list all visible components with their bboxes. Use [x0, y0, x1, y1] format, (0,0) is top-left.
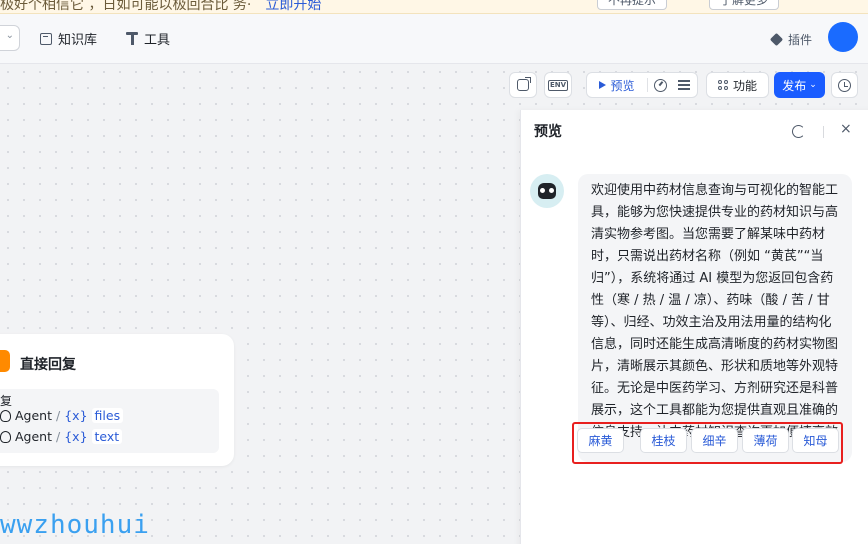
node-variable-row: Agent / {x} text: [0, 429, 123, 444]
variable-name: files: [91, 408, 124, 423]
agent-icon: [0, 409, 11, 422]
suggestion-chip[interactable]: 薄荷: [742, 428, 789, 453]
chevron-down-icon: ⌄: [809, 80, 817, 90]
suggestion-chip[interactable]: 桂枝: [640, 428, 687, 453]
banner-link[interactable]: 立即开始: [265, 0, 321, 13]
banner-text: 极好个相信它 ，日如可能以极回合比 务· 立即开始: [0, 0, 321, 13]
history-button[interactable]: [831, 72, 858, 98]
bot-message-bubble: 欢迎使用中药材信息查询与可视化的智能工具，能够为您快速提供专业的药材知识与高清实…: [578, 174, 852, 462]
nav-plugin-label: 插件: [787, 33, 812, 47]
suggestion-chip[interactable]: 知母: [792, 428, 839, 453]
answer-node-card[interactable]: 直接回复 复 Agent / {x} files Agent / {x} tex…: [0, 334, 234, 466]
variable-separator: /: [56, 408, 61, 423]
variable-name: text: [91, 429, 123, 444]
share-icon: [517, 77, 531, 91]
features-button-inner: 功能: [707, 73, 768, 97]
checklist-icon: [678, 79, 690, 91]
node-variable-row: Agent / {x} files: [0, 408, 124, 423]
features-icon: [717, 79, 729, 91]
banner-more-button[interactable]: 了解更多: [709, 0, 780, 10]
notice-banner: 极好个相信它 ，日如可能以极回合比 务· 立即开始 不再提示 了解更多: [0, 0, 868, 14]
suggestion-chip[interactable]: 细辛: [691, 428, 738, 453]
preview-toolbar: 预览: [586, 72, 698, 98]
app-header: ⌄ 知识库 工具 插件: [0, 14, 868, 64]
suggestion-chip[interactable]: 麻黄: [577, 428, 624, 453]
env-button[interactable]: ENV: [544, 72, 572, 98]
bot-face-icon: [538, 183, 556, 199]
panel-title: 预览: [534, 124, 562, 140]
watermark-text: wwzhouhui: [0, 510, 150, 540]
bot-avatar: [530, 174, 564, 208]
variable-icon: {x}: [64, 408, 88, 423]
answer-node-icon: [0, 350, 10, 372]
variable-icon: {x}: [64, 429, 88, 444]
env-icon: ENV: [547, 79, 569, 91]
gauge-icon: [653, 78, 667, 92]
chevron-down-icon: ⌄: [5, 30, 14, 41]
share-button[interactable]: [509, 72, 537, 98]
agent-icon: [0, 430, 11, 443]
nav-knowledge-label: 知识库: [58, 33, 98, 48]
close-icon[interactable]: ×: [840, 121, 852, 137]
publish-label: 发布: [782, 78, 807, 93]
play-icon: [599, 81, 607, 89]
features-button[interactable]: 功能: [706, 72, 769, 98]
preview-label: 预览: [610, 78, 635, 93]
node-box-label: 复: [0, 394, 13, 408]
run-history-button[interactable]: [648, 73, 672, 97]
preview-button[interactable]: 预览: [587, 73, 647, 97]
features-label: 功能: [732, 78, 757, 93]
node-content-box: 复 Agent / {x} files Agent / {x} text: [0, 389, 219, 453]
nav-tools[interactable]: 工具: [126, 29, 170, 48]
variable-source: Agent: [15, 408, 52, 423]
banner-dismiss-button[interactable]: 不再提示: [597, 0, 668, 10]
user-avatar[interactable]: [828, 22, 858, 52]
banner-message: 极好个相信它 ，日如可能以极回合比 务·: [0, 0, 252, 13]
publish-button[interactable]: 发布 ⌄: [774, 72, 825, 98]
nav-plugin[interactable]: 插件: [769, 31, 812, 48]
refresh-icon[interactable]: [792, 125, 805, 138]
book-icon: [40, 32, 52, 45]
cube-icon: [769, 32, 784, 47]
divider: [823, 126, 824, 138]
app-select-dropdown[interactable]: ⌄: [0, 25, 20, 51]
bot-message-text: 欢迎使用中药材信息查询与可视化的智能工具，能够为您快速提供专业的药材知识与高清实…: [591, 183, 839, 440]
tool-icon: [126, 32, 138, 45]
nav-knowledge[interactable]: 知识库: [40, 29, 97, 48]
preview-panel: 预览 × 欢迎使用中药材信息查询与可视化的智能工具，能够为您快速提供专业的药材知…: [520, 110, 868, 544]
history-icon: [838, 78, 851, 92]
checklist-button[interactable]: [672, 73, 696, 97]
node-title: 直接回复: [20, 357, 76, 373]
variable-source: Agent: [15, 429, 52, 444]
variable-separator: /: [56, 429, 61, 444]
nav-tools-label: 工具: [144, 33, 171, 48]
